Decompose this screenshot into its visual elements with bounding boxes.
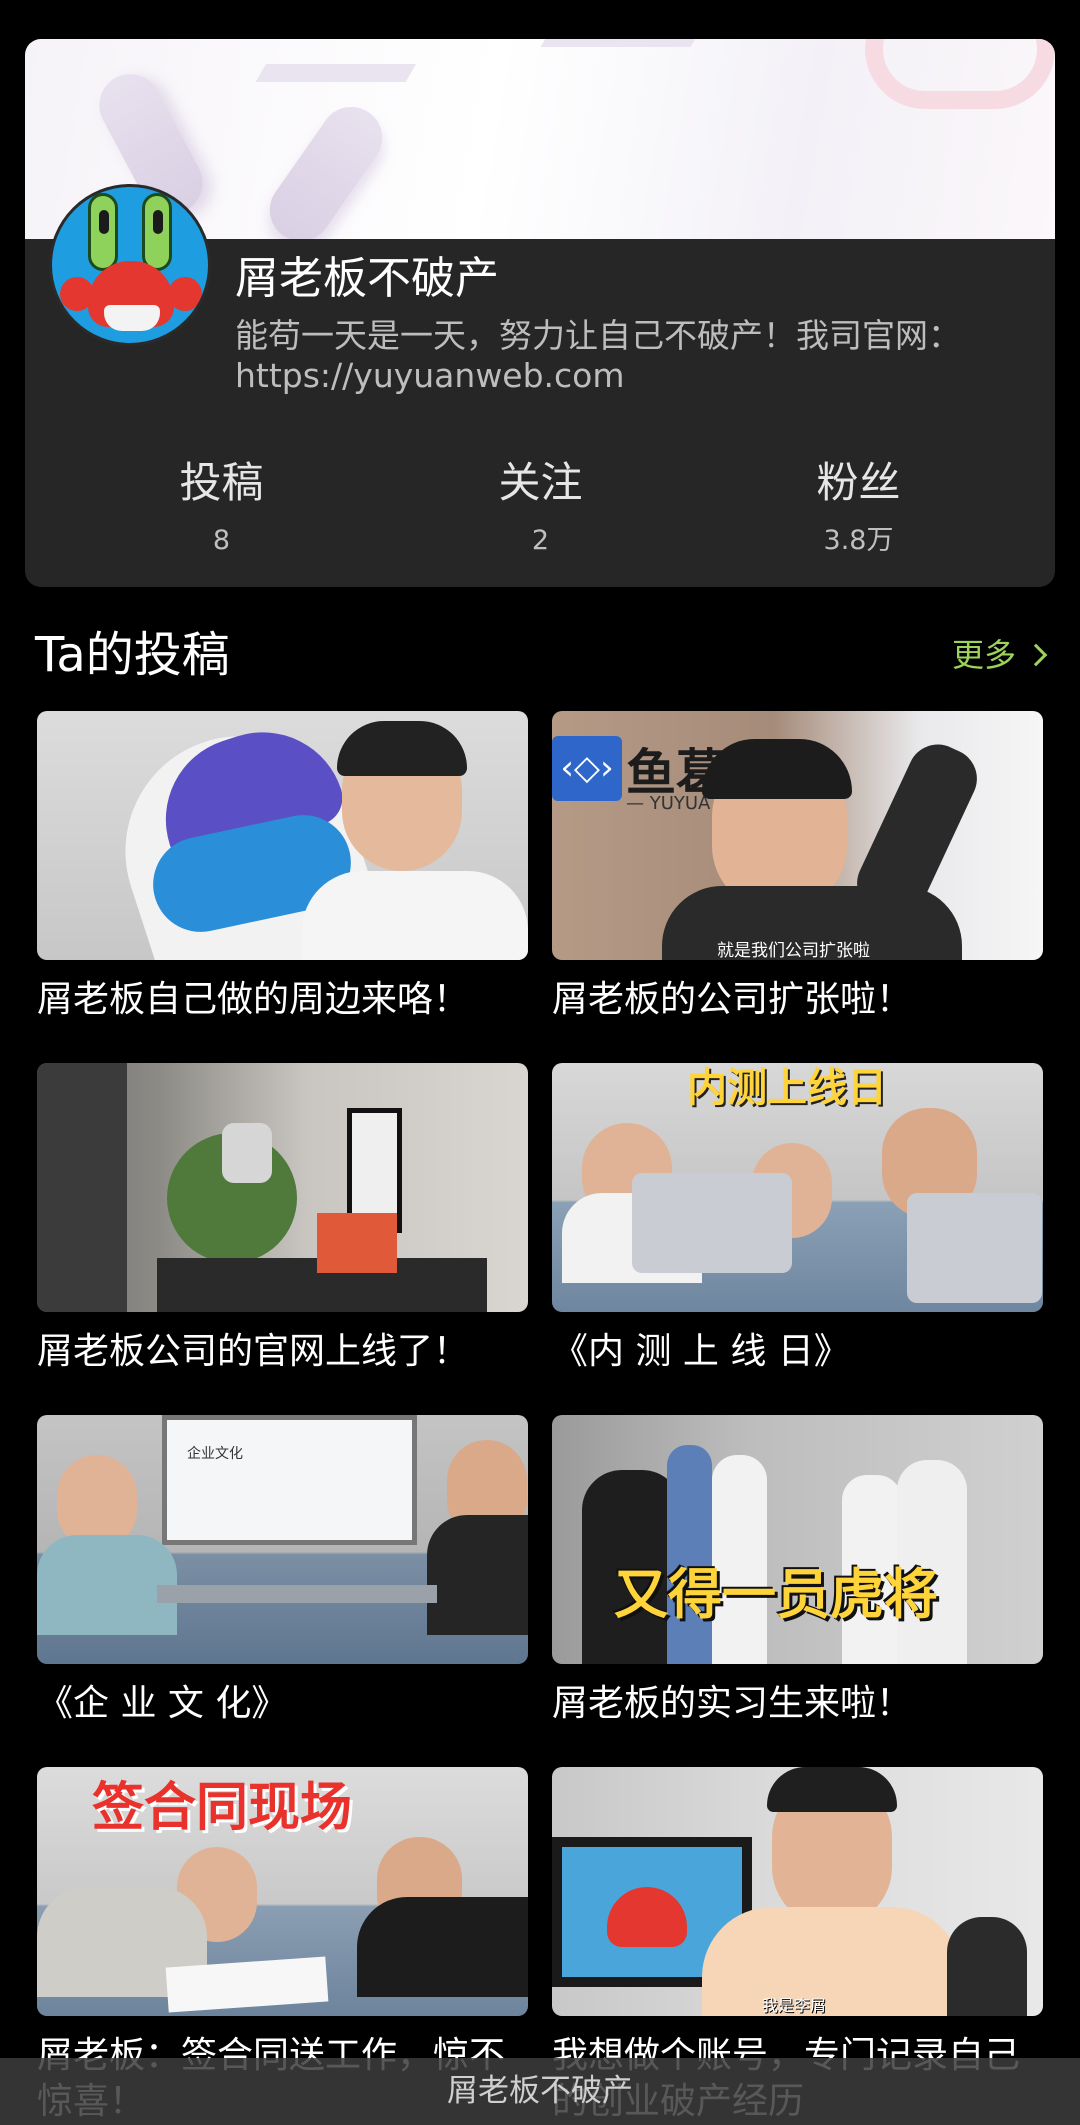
company-sign-sub: — YUYUA <box>626 793 711 814</box>
person-arm <box>847 734 987 928</box>
video-thumbnail[interactable] <box>37 1063 528 1312</box>
laptop <box>632 1173 792 1273</box>
video-thumbnail[interactable]: ‹◇› 鱼葛 — YUYUA 就是我们公司扩张啦 <box>552 711 1043 960</box>
video-thumbnail[interactable]: 内测上线日 <box>552 1063 1043 1312</box>
screen-text: 企业文化 <box>187 1446 243 1462</box>
stat-label: 关注 <box>498 458 583 507</box>
video-subtitle: 就是我们公司扩张啦 <box>717 941 870 960</box>
stat-label: 粉丝 <box>816 458 901 507</box>
door <box>37 1063 127 1312</box>
profile-card[interactable]: 屑老板不破产 能苟一天是一天，努力让自己不破产！我司官网：https://yuy… <box>25 39 1055 587</box>
person-hair <box>702 739 852 799</box>
video-title[interactable]: 《内 测 上 线 日》 <box>552 1329 1052 1375</box>
video-title[interactable]: 《企 业 文 化》 <box>37 1681 537 1727</box>
video-overlay-text: 又得一员虎将 <box>614 1563 938 1626</box>
bottom-title-bar[interactable]: 屑老板不破产 <box>0 2058 1080 2125</box>
items <box>317 1213 397 1273</box>
video-thumbnail[interactable]: 签合同现场 <box>37 1767 528 2016</box>
video-overlay-text: 内测上线日 <box>687 1065 887 1111</box>
contract-paper <box>165 1956 329 2013</box>
video-subtitle: 我是李屑 <box>762 1996 827 2015</box>
stat-value: 8 <box>212 525 231 556</box>
profile-bio: 能苟一天是一天，努力让自己不破产！我司官网：https://yuyuanweb.… <box>235 316 961 395</box>
video-title[interactable]: 屑老板的公司扩张啦！ <box>552 977 1052 1023</box>
avatar-eye <box>142 193 172 271</box>
person-shirt <box>37 1535 177 1635</box>
banner-shape <box>214 64 416 154</box>
person-hoodie <box>702 1907 962 2016</box>
stat-followers[interactable]: 粉丝 3.8万 <box>687 454 1030 562</box>
avatar-eye <box>88 193 118 271</box>
projector-screen <box>162 1415 417 1545</box>
logo-icon: ‹◇› <box>552 736 622 801</box>
stat-posts[interactable]: 投稿 8 <box>50 454 393 562</box>
video-overlay-text: 签合同现场 <box>92 1778 353 1838</box>
profile-stats: 投稿 8 关注 2 粉丝 3.8万 <box>25 454 1055 564</box>
stat-label: 投稿 <box>179 458 264 507</box>
person-shirt <box>427 1515 528 1635</box>
stat-value: 2 <box>531 525 550 556</box>
video-title[interactable]: 屑老板的实习生来啦！ <box>552 1681 1052 1727</box>
video-thumbnail[interactable]: 企业文化 <box>37 1415 528 1664</box>
laptop <box>907 1193 1042 1303</box>
person-hair <box>767 1767 897 1812</box>
stat-value: 3.8万 <box>823 525 894 556</box>
chevron-right-icon <box>1024 643 1048 667</box>
bottom-bar-title: 屑老板不破产 <box>447 2073 633 2109</box>
app-root: 屑老板不破产 能苟一天是一天，努力让自己不破产！我司官网：https://yuy… <box>0 0 1080 2125</box>
kettle <box>222 1123 272 1183</box>
banner-shape <box>499 39 701 119</box>
laptops <box>157 1585 437 1603</box>
stat-following[interactable]: 关注 2 <box>369 454 712 562</box>
person-shirt <box>357 1897 528 1997</box>
avatar[interactable] <box>49 184 211 346</box>
banner-shape <box>865 39 1055 109</box>
person-hair <box>337 721 467 776</box>
person-shirt <box>302 871 528 960</box>
video-title[interactable]: 屑老板公司的官网上线了！ <box>37 1329 537 1375</box>
section-title: Ta的投稿 <box>35 627 230 683</box>
video-title[interactable]: 屑老板自己做的周边来咯！ <box>37 977 537 1023</box>
more-link[interactable]: 更多 <box>951 632 1048 678</box>
video-thumbnail[interactable]: 又得一员虎将 <box>552 1415 1043 1664</box>
video-thumbnail[interactable]: 我是李屑 <box>552 1767 1043 2016</box>
video-thumbnail[interactable] <box>37 711 528 960</box>
profile-name: 屑老板不破产 <box>235 253 499 304</box>
more-label: 更多 <box>951 636 1016 674</box>
person <box>947 1917 1027 2016</box>
avatar-diaper <box>104 305 160 331</box>
